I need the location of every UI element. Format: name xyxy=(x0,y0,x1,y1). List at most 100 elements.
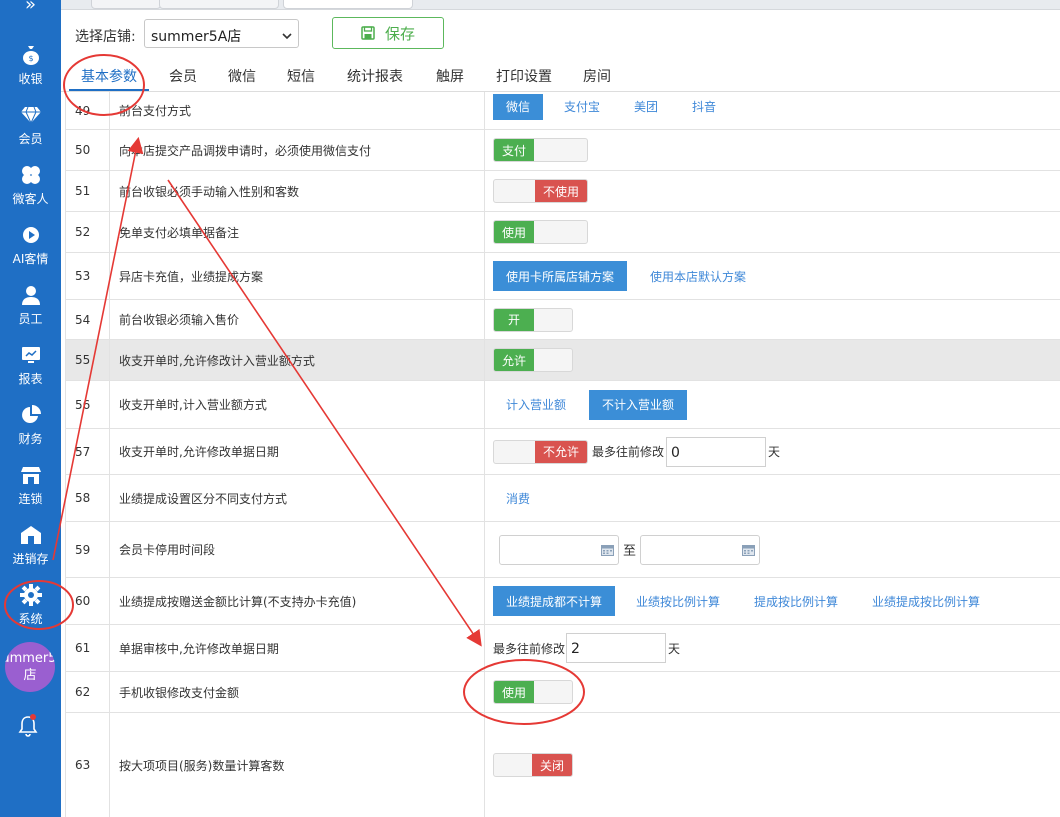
table-row: 52 免单支付必填单据备注 使用 xyxy=(65,212,1060,253)
toggle-switch[interactable]: 允许 xyxy=(493,348,573,372)
max-days-label: 最多往前修改 xyxy=(493,641,566,656)
bell-icon[interactable] xyxy=(16,714,40,738)
sidebar-item-cashier[interactable]: $ 收银 xyxy=(0,38,61,94)
row-setting-name: 免单支付必填单据备注 xyxy=(111,212,485,252)
option-default-plan[interactable]: 使用本店默认方案 xyxy=(637,263,759,289)
row-setting-name: 业绩提成按赠送金额比计算(不支持办卡充值) xyxy=(111,578,485,624)
row-number: 58 xyxy=(65,475,110,521)
row-setting-name: 前台支付方式 xyxy=(111,92,485,129)
table-row: 53 异店卡充值，业绩提成方案 使用卡所属店铺方案 使用本店默认方案 xyxy=(65,253,1060,300)
window-tab-strip xyxy=(61,0,1060,10)
monitor-chart-icon xyxy=(20,344,42,366)
settings-table: 49 前台支付方式 微信 支付宝 美团 抖音 50 向本店提交产品调拨申请时，必… xyxy=(65,92,1060,817)
sidebar-item-staff[interactable]: 员工 xyxy=(0,278,61,334)
tab-touchscreen[interactable]: 触屏 xyxy=(436,66,464,86)
sidebar-item-member[interactable]: 会员 xyxy=(0,98,61,154)
row-value: 使用 xyxy=(486,672,1060,712)
row-setting-name: 异店卡充值，业绩提成方案 xyxy=(111,253,485,299)
sidebar-item-report[interactable]: 报表 xyxy=(0,338,61,394)
option-perf-ratio[interactable]: 业绩按比例计算 xyxy=(623,588,733,614)
store-avatar[interactable]: summer5A店 xyxy=(5,642,55,692)
sidebar-item-label: AI客情 xyxy=(12,252,49,266)
toggle-state-label: 使用 xyxy=(494,681,534,703)
sidebar-item-label: 进销存 xyxy=(12,552,49,566)
option-card-store-plan[interactable]: 使用卡所属店铺方案 xyxy=(493,261,628,291)
toggle-switch[interactable]: 不允许 xyxy=(493,439,588,464)
date-range-separator: 至 xyxy=(623,544,637,559)
main-content: 选择店铺: summer5A店 保存 基本参数 会员 微信 短信 统计报表 触屏… xyxy=(61,0,1060,817)
row-number: 51 xyxy=(65,171,110,211)
tab-print-settings[interactable]: 打印设置 xyxy=(496,66,552,86)
warehouse-icon xyxy=(20,524,42,546)
option-consumption[interactable]: 消费 xyxy=(493,485,543,511)
option-include-revenue[interactable]: 计入营业额 xyxy=(493,392,579,418)
tab-sms[interactable]: 短信 xyxy=(287,66,315,86)
option-wechat[interactable]: 微信 xyxy=(493,93,544,120)
row-value: 计入营业额 不计入营业额 xyxy=(486,381,1060,428)
toggle-switch[interactable]: 开 xyxy=(493,307,573,332)
tab-rooms[interactable]: 房间 xyxy=(583,66,611,86)
save-button[interactable]: 保存 xyxy=(332,17,444,49)
option-alipay[interactable]: 支付宝 xyxy=(551,94,613,120)
toggle-switch[interactable]: 不使用 xyxy=(493,179,588,203)
sidebar-item-label: 连锁 xyxy=(18,492,43,506)
window-tab[interactable] xyxy=(91,0,161,9)
window-tab[interactable] xyxy=(159,0,279,9)
option-no-calc[interactable]: 业绩提成都不计算 xyxy=(493,586,616,616)
row-number: 60 xyxy=(65,578,110,624)
settings-tabs: 基本参数 会员 微信 短信 统计报表 触屏 打印设置 房间 xyxy=(61,58,1060,92)
table-row: 57 收支开单时,允许修改单据日期 不允许 最多往前修改 0 天 xyxy=(65,429,1060,475)
sidebar-item-inventory[interactable]: 进销存 xyxy=(0,518,61,574)
tab-stats-report[interactable]: 统计报表 xyxy=(347,66,403,86)
days-unit: 天 xyxy=(768,445,781,459)
expand-sidebar-icon[interactable]: » xyxy=(0,0,61,14)
row-value: 支付 xyxy=(486,130,1060,170)
toggle-switch[interactable]: 使用 xyxy=(493,680,573,704)
max-days-input[interactable]: 2 xyxy=(566,633,667,663)
table-row: 58 业绩提成设置区分不同支付方式 消费 xyxy=(65,475,1060,522)
sidebar-item-ai-guest[interactable]: AI客情 xyxy=(0,218,61,274)
row-setting-name: 前台收银必须输入售价 xyxy=(111,300,485,339)
option-perf-commission-ratio[interactable]: 业绩提成按比例计算 xyxy=(859,588,993,614)
window-tab-active[interactable] xyxy=(283,0,413,9)
row-setting-name: 收支开单时,允许修改单据日期 xyxy=(111,429,485,474)
option-douyin[interactable]: 抖音 xyxy=(679,94,729,120)
tab-basic-params[interactable]: 基本参数 xyxy=(81,66,137,86)
calendar-icon[interactable] xyxy=(601,544,614,556)
sidebar-item-micro-guest[interactable]: 微客人 xyxy=(0,158,61,214)
sidebar-item-finance[interactable]: 财务 xyxy=(0,398,61,454)
end-date-input[interactable] xyxy=(640,534,761,565)
sidebar-item-system[interactable]: 系统 xyxy=(0,578,61,634)
row-value: 使用 xyxy=(486,212,1060,252)
calendar-icon[interactable] xyxy=(742,544,756,556)
row-value: 开 xyxy=(486,300,1060,339)
table-row: 56 收支开单时,计入营业额方式 计入营业额 不计入营业额 xyxy=(65,381,1060,429)
start-date-input[interactable] xyxy=(499,534,619,565)
sidebar-item-chain[interactable]: 连锁 xyxy=(0,458,61,514)
row-value: 允许 xyxy=(486,340,1060,380)
money-bag-icon: $ xyxy=(20,44,42,66)
row-number: 59 xyxy=(65,522,110,577)
store-select[interactable]: summer5A店 xyxy=(144,19,299,48)
toggle-switch[interactable]: 关闭 xyxy=(493,753,573,777)
table-row: 63 按大项项目(服务)数量计算客数 关闭 xyxy=(65,713,1060,817)
option-exclude-revenue[interactable]: 不计入营业额 xyxy=(589,389,688,420)
tab-wechat[interactable]: 微信 xyxy=(228,66,256,86)
row-value: 业绩提成都不计算 业绩按比例计算 提成按比例计算 业绩提成按比例计算 xyxy=(486,578,1060,624)
active-tab-indicator xyxy=(69,89,149,91)
tab-member[interactable]: 会员 xyxy=(169,66,197,86)
row-value: 微信 支付宝 美团 抖音 xyxy=(486,92,1060,129)
option-commission-ratio[interactable]: 提成按比例计算 xyxy=(741,588,851,614)
notification-dot xyxy=(30,714,36,720)
app-window: » $ 收银 会员 微客人 AI客情 员工 报表 财务 连锁 进销存 系统 um… xyxy=(0,0,1060,817)
sidebar-item-label: 微客人 xyxy=(12,192,49,206)
max-days-input[interactable]: 0 xyxy=(666,436,767,467)
option-meituan[interactable]: 美团 xyxy=(621,94,671,120)
row-value: 最多往前修改 2 天 xyxy=(486,625,1060,671)
sidebar-item-label: 收银 xyxy=(18,72,43,86)
toggle-switch[interactable]: 支付 xyxy=(493,138,588,162)
toggle-switch[interactable]: 使用 xyxy=(493,220,588,244)
toggle-state-label: 允许 xyxy=(494,349,534,371)
row-setting-name: 收支开单时,计入营业额方式 xyxy=(111,381,485,428)
diamond-icon xyxy=(20,104,42,126)
